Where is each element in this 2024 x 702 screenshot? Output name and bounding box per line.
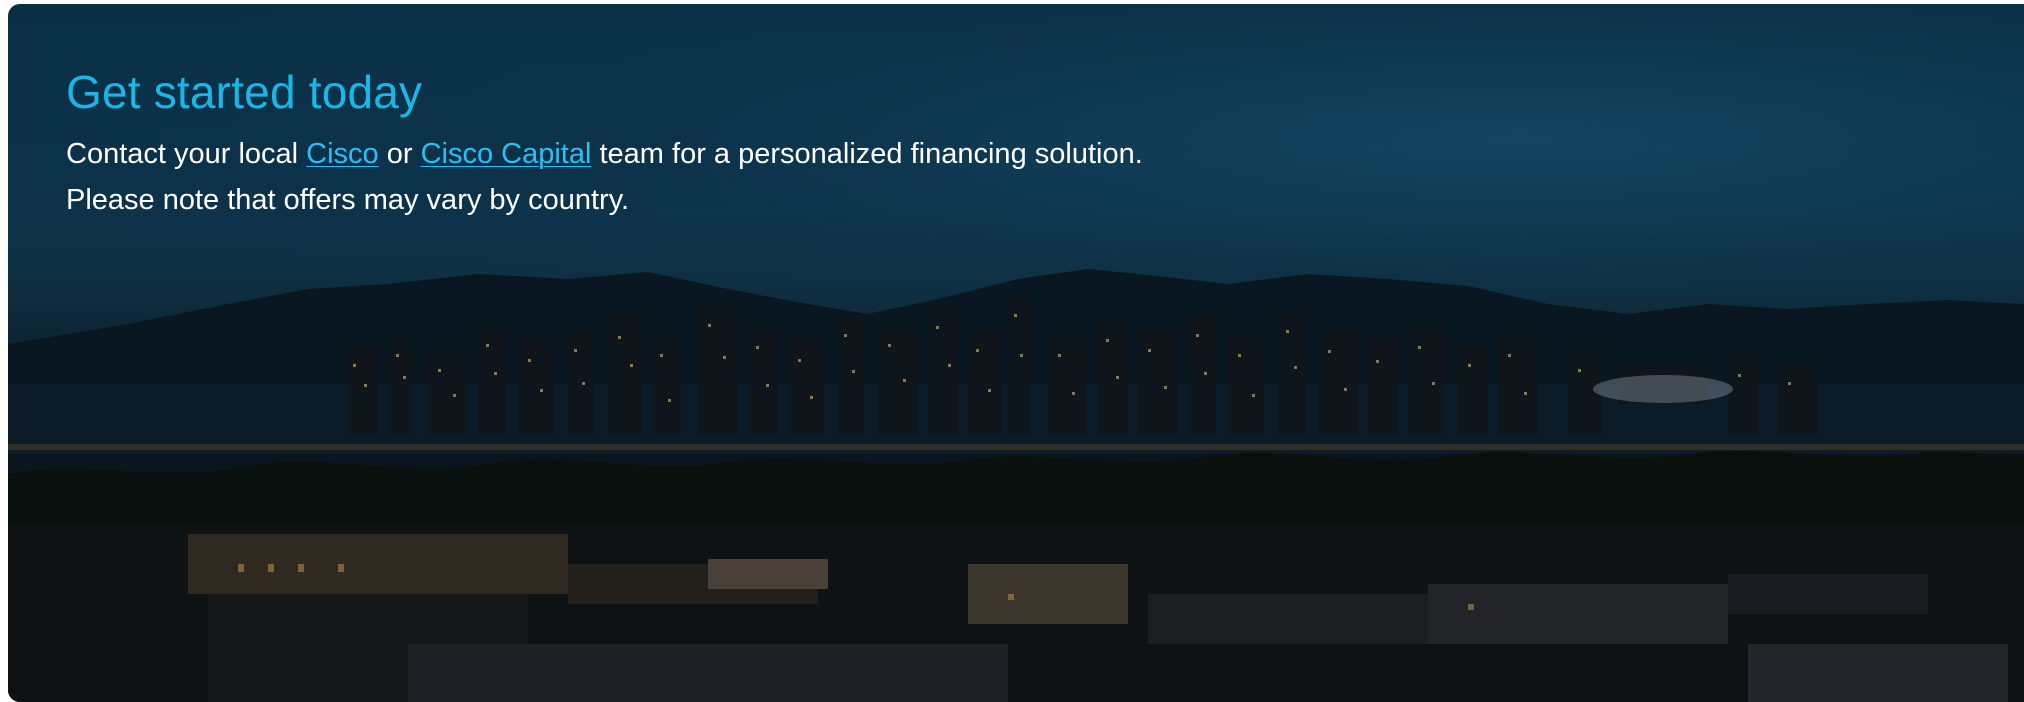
- contact-text-after: team for a personalized financing soluti…: [591, 138, 1143, 170]
- cisco-capital-link[interactable]: Cisco Capital: [421, 138, 592, 170]
- banner-title: Get started today: [66, 66, 423, 118]
- banner-content: Get started today Contact your local Cis…: [66, 64, 1466, 220]
- banner-contact-text: Contact your local Cisco or Cisco Capita…: [66, 134, 1466, 174]
- cisco-link[interactable]: Cisco: [306, 138, 379, 170]
- hero-banner: Get started today Contact your local Cis…: [8, 4, 2024, 702]
- banner-note-text: Please note that offers may vary by coun…: [66, 184, 630, 216]
- contact-text-before: Contact your local: [66, 138, 307, 170]
- contact-text-between: or: [378, 138, 421, 170]
